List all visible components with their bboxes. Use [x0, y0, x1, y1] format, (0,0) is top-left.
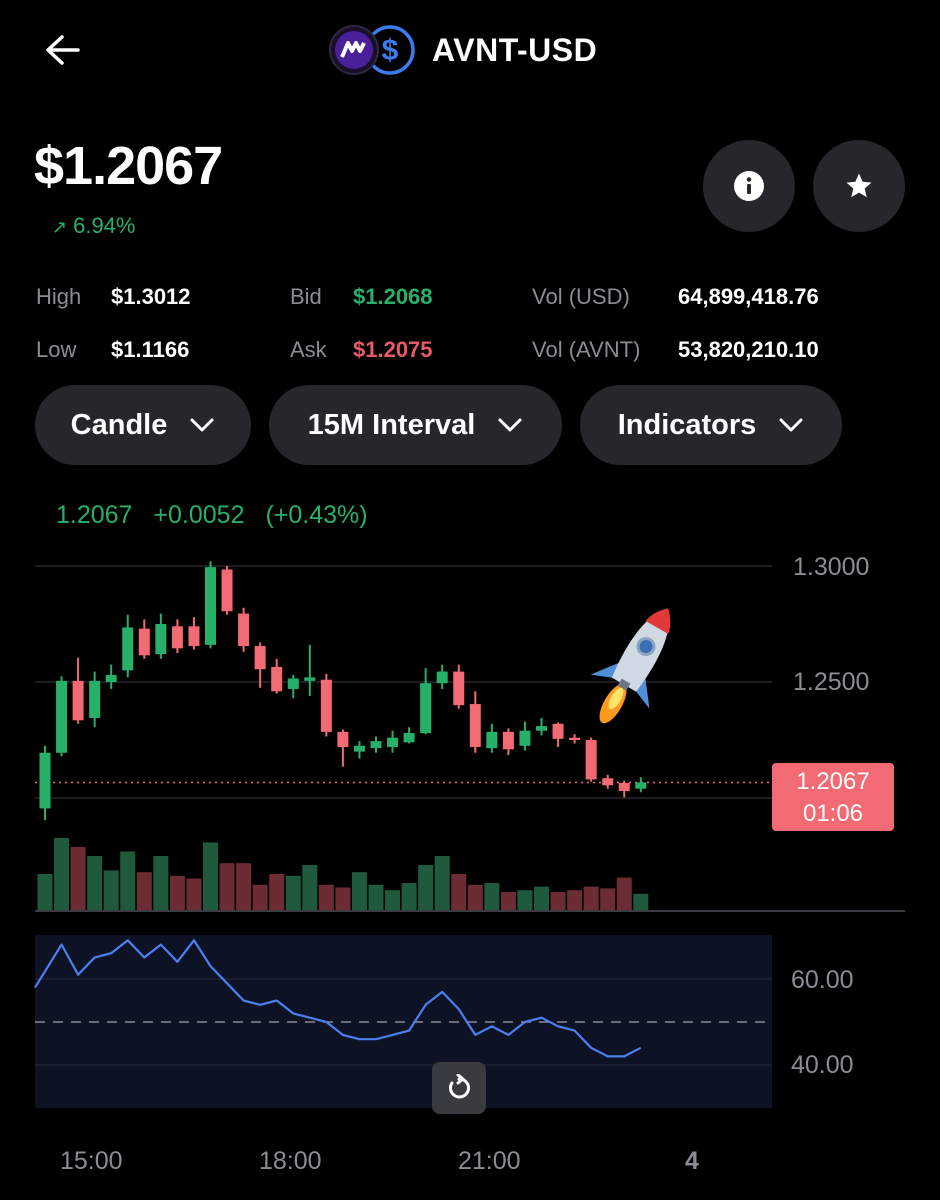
- candle-body: [39, 752, 51, 809]
- candle-body: [205, 567, 216, 645]
- candle-body: [56, 680, 68, 753]
- volume-bar: [70, 847, 86, 910]
- candle-body: [353, 745, 365, 752]
- volume-bar: [136, 872, 152, 910]
- time-tick-label: 15:00: [60, 1147, 123, 1175]
- volume-bar: [335, 887, 351, 910]
- volume-bar: [219, 863, 235, 910]
- volume-bar: [583, 886, 599, 910]
- volume-bar: [517, 890, 533, 910]
- candle-body: [453, 671, 465, 706]
- candle-body: [370, 741, 382, 749]
- candle-body: [387, 737, 399, 747]
- candle-body: [105, 675, 117, 682]
- volume-bar: [186, 878, 202, 910]
- volume-bar: [236, 863, 252, 910]
- candle-body: [337, 731, 349, 747]
- price-tick-label: 1.2500: [793, 668, 870, 696]
- volume-bar: [269, 874, 285, 910]
- volume-bar: [54, 838, 70, 910]
- volume-bar: [633, 893, 649, 910]
- volume-bar: [318, 884, 334, 910]
- candle-body: [171, 626, 183, 649]
- time-tick-label: 21:00: [458, 1147, 521, 1175]
- volume-bar: [37, 874, 53, 910]
- candle-body: [486, 731, 498, 749]
- candle-body: [519, 730, 531, 746]
- volume-bar: [368, 884, 384, 910]
- candle-body: [271, 666, 283, 692]
- rsi-tick-label: 40.00: [791, 1051, 854, 1079]
- candle-body: [635, 782, 647, 789]
- candle-body: [436, 671, 448, 684]
- candle-body: [536, 726, 547, 731]
- candle-body: [403, 733, 415, 743]
- volume-bar: [418, 865, 434, 910]
- volume-bar: [351, 872, 367, 910]
- candle-body: [569, 737, 581, 740]
- candle-body: [618, 782, 630, 792]
- volume-bar: [203, 842, 218, 910]
- date-tick-label: 4: [685, 1147, 699, 1175]
- volume-bar: [103, 870, 119, 910]
- price-tick-label: 1.3000: [793, 553, 870, 581]
- volume-bar: [451, 874, 467, 910]
- candle-body: [304, 677, 316, 681]
- volume-bar: [567, 890, 583, 910]
- volume-bar: [169, 875, 185, 910]
- time-tick-label: 18:00: [259, 1147, 322, 1175]
- candle-body: [155, 624, 167, 655]
- volume-bar: [600, 888, 616, 910]
- candle-body: [320, 679, 332, 732]
- volume-bar: [616, 877, 632, 910]
- candle-body: [221, 569, 233, 612]
- candle-body: [188, 626, 200, 647]
- last-price-tag-value: 1.2067: [796, 768, 870, 795]
- volume-bar: [484, 883, 500, 910]
- candle-body: [469, 704, 481, 747]
- candle-body: [122, 627, 134, 671]
- volume-bar: [252, 884, 268, 910]
- volume-bar: [434, 856, 450, 910]
- price-chart[interactable]: [0, 0, 940, 1200]
- volume-bar: [285, 875, 301, 910]
- rocket-icon: [590, 608, 671, 724]
- volume-bar: [550, 892, 566, 910]
- candle-body: [254, 646, 266, 670]
- volume-bar: [302, 865, 318, 910]
- candle-body: [138, 628, 150, 656]
- volume-bar: [87, 856, 103, 910]
- volume-bar: [500, 892, 516, 910]
- candle-body: [72, 680, 84, 721]
- refresh-icon: [449, 1074, 470, 1099]
- candle-body: [502, 731, 514, 750]
- candle-body: [552, 723, 564, 739]
- volume-bar: [385, 890, 401, 910]
- candle-body: [287, 678, 299, 689]
- rsi-tick-label: 60.00: [791, 966, 854, 994]
- candle-body: [420, 683, 432, 734]
- volume-bar: [120, 851, 136, 910]
- candle-body: [585, 740, 597, 780]
- candle-body: [89, 680, 101, 718]
- volume-bar: [153, 856, 169, 910]
- volume-bar: [467, 884, 483, 910]
- reset-zoom-button[interactable]: [432, 1062, 486, 1114]
- volume-bar: [534, 886, 549, 910]
- candle-body: [602, 778, 614, 786]
- last-price-tag: 1.2067 01:06: [772, 763, 894, 831]
- candle-body: [238, 613, 250, 647]
- candle-countdown: 01:06: [802, 800, 864, 827]
- volume-bar: [401, 883, 417, 910]
